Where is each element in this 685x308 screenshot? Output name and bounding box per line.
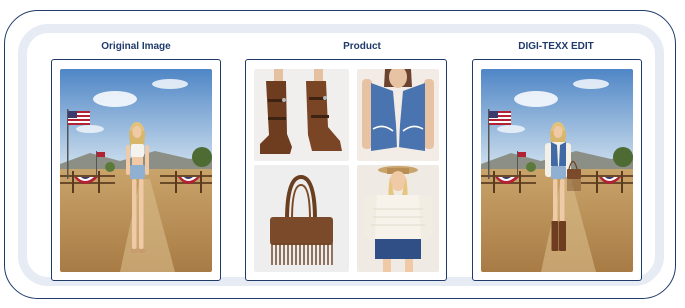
fringe-bag-product (254, 165, 349, 272)
product-heading: Product (343, 41, 381, 52)
denim-vest-product (357, 69, 439, 161)
original-scene-image (60, 69, 212, 272)
edited-scene-image (481, 69, 633, 272)
boots-product (254, 69, 349, 161)
product-panel (245, 59, 447, 281)
denim-vest-icon (362, 69, 434, 161)
boots-icon (260, 69, 342, 154)
original-image-heading: Original Image (101, 41, 171, 52)
fringe-bag-icon (270, 174, 333, 265)
original-image-panel (51, 59, 221, 281)
digitexx-edit-heading: DIGI-TEXX EDIT (518, 41, 594, 52)
digitexx-edit-panel (472, 59, 642, 281)
sweater-skirt-product (357, 165, 439, 272)
knit-sweater-icon (363, 166, 433, 272)
edited-photo (481, 69, 633, 272)
original-photo (60, 69, 212, 272)
